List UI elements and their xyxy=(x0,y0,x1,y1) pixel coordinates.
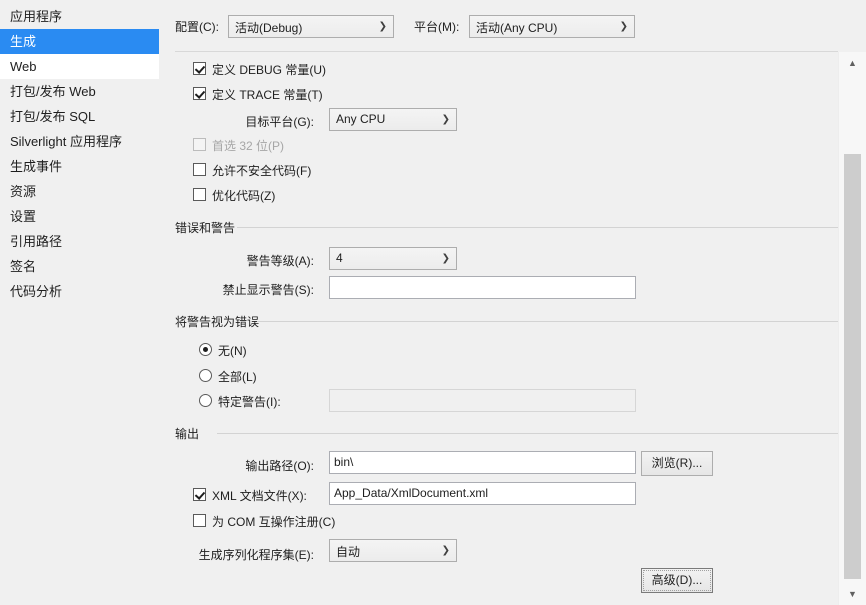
scroll-down-arrow-icon[interactable]: ▼ xyxy=(839,583,866,605)
sidebar-item-label: 生成事件 xyxy=(10,159,63,174)
group-rule xyxy=(217,433,847,434)
platform-value: 活动(Any CPU) xyxy=(476,21,558,35)
radio-icon xyxy=(199,394,212,407)
checkbox-icon xyxy=(193,514,206,527)
sidebar-item-package-publish-web[interactable]: 打包/发布 Web xyxy=(0,79,159,104)
checkbox-icon xyxy=(193,62,206,75)
optimize-code-label: 优化代码(Z) xyxy=(212,189,276,203)
target-platform-value: Any CPU xyxy=(336,112,386,126)
configuration-label: 配置(C): xyxy=(175,20,219,34)
sidebar-item-signing[interactable]: 签名 xyxy=(0,254,159,279)
suppress-warnings-label: 禁止显示警告(S): xyxy=(222,283,314,297)
xml-documentation-file-input[interactable]: App_Data/XmlDocument.xml xyxy=(329,482,636,505)
platform-combobox[interactable]: 活动(Any CPU) ❯ xyxy=(469,15,635,38)
serialization-assembly-combobox[interactable]: 自动 ❯ xyxy=(329,539,457,562)
chevron-down-icon: ❯ xyxy=(441,545,450,556)
sidebar-item-package-publish-sql[interactable]: 打包/发布 SQL xyxy=(0,104,159,129)
output-group-title: 输出 xyxy=(175,425,207,442)
suppress-warnings-input[interactable] xyxy=(329,276,636,299)
register-com-interop-label: 为 COM 互操作注册(C) xyxy=(212,515,336,529)
define-trace-constant-label: 定义 TRACE 常量(T) xyxy=(212,88,323,102)
chevron-down-icon: ❯ xyxy=(378,21,387,32)
sidebar-item-label: 打包/发布 SQL xyxy=(10,109,96,124)
serialization-assembly-value: 自动 xyxy=(336,545,361,559)
define-debug-constant-label: 定义 DEBUG 常量(U) xyxy=(212,63,327,77)
sidebar-item-label: 资源 xyxy=(10,184,37,199)
warning-level-combobox[interactable]: 4 ❯ xyxy=(329,247,457,270)
vertical-scrollbar[interactable]: ▲ ▼ xyxy=(838,52,866,605)
prefer-32-bit-label: 首选 32 位(P) xyxy=(212,139,285,153)
scroll-up-arrow-icon[interactable]: ▲ xyxy=(839,52,866,74)
sidebar-item-build-events[interactable]: 生成事件 xyxy=(0,154,159,179)
sidebar-item-label: 打包/发布 Web xyxy=(10,84,96,99)
advanced-button[interactable]: 高级(D)... xyxy=(641,568,713,593)
sidebar-item-label: 签名 xyxy=(10,259,37,274)
errors-warnings-group-header: 错误和警告 xyxy=(175,219,847,236)
warning-level-value: 4 xyxy=(336,251,343,265)
browse-button[interactable]: 浏览(R)... xyxy=(641,451,713,476)
treat-warnings-none-label: 无(N) xyxy=(218,344,247,358)
project-properties-window: 应用程序 生成 Web 打包/发布 Web 打包/发布 SQL Silverli… xyxy=(0,0,866,605)
sidebar-item-settings[interactable]: 设置 xyxy=(0,204,159,229)
sidebar-item-label: 设置 xyxy=(10,209,37,224)
sidebar-item-resources[interactable]: 资源 xyxy=(0,179,159,204)
output-path-input[interactable]: bin\ xyxy=(329,451,636,474)
serialization-assembly-label: 生成序列化程序集(E): xyxy=(198,548,314,562)
xml-documentation-file-value: App_Data/XmlDocument.xml xyxy=(334,486,489,500)
checkbox-icon xyxy=(193,188,206,201)
allow-unsafe-code-label: 允许不安全代码(F) xyxy=(212,164,312,178)
group-rule xyxy=(257,321,847,322)
sidebar-item-label: 代码分析 xyxy=(10,284,63,299)
errors-warnings-group-title: 错误和警告 xyxy=(175,219,243,236)
sidebar-item-label: Silverlight 应用程序 xyxy=(10,134,122,149)
chevron-down-icon: ❯ xyxy=(441,253,450,264)
specific-warnings-input xyxy=(329,389,636,412)
sidebar-item-silverlight-applications[interactable]: Silverlight 应用程序 xyxy=(0,129,159,154)
chevron-down-icon: ❯ xyxy=(441,114,450,125)
checkbox-icon xyxy=(193,87,206,100)
output-path-label: 输出路径(O): xyxy=(245,459,314,473)
sidebar-item-label: 生成 xyxy=(10,34,37,49)
chevron-down-icon: ❯ xyxy=(619,21,628,32)
target-platform-label: 目标平台(G): xyxy=(245,115,314,129)
radio-icon xyxy=(199,369,212,382)
build-settings-panel: 配置(C): 活动(Debug) ❯ 平台(M): 活动(Any CPU) ❯ … xyxy=(159,0,866,605)
checkbox-icon xyxy=(193,138,206,151)
sidebar-item-label: 应用程序 xyxy=(10,9,63,24)
scrollbar-top-spacer xyxy=(838,0,866,52)
checkbox-icon xyxy=(193,488,206,501)
platform-label: 平台(M): xyxy=(414,20,460,34)
treat-warnings-group-title: 将警告视为错误 xyxy=(175,313,267,330)
scrollbar-thumb[interactable] xyxy=(844,154,861,579)
sidebar-item-code-analysis[interactable]: 代码分析 xyxy=(0,279,159,304)
sidebar-item-application[interactable]: 应用程序 xyxy=(0,4,159,29)
treat-warnings-specific-label: 特定警告(I): xyxy=(218,395,281,409)
target-platform-combobox[interactable]: Any CPU ❯ xyxy=(329,108,457,131)
output-path-value: bin\ xyxy=(334,455,354,469)
treat-warnings-all-label: 全部(L) xyxy=(218,370,257,384)
sidebar-item-web[interactable]: Web xyxy=(0,54,165,79)
checkbox-icon xyxy=(193,163,206,176)
treat-warnings-group-header: 将警告视为错误 xyxy=(175,313,847,330)
warning-level-label: 警告等级(A): xyxy=(246,254,314,268)
group-rule xyxy=(237,227,847,228)
radio-icon xyxy=(199,343,212,356)
header-divider xyxy=(175,51,847,52)
sidebar-item-build[interactable]: 生成 xyxy=(0,29,176,54)
xml-documentation-file-label: XML 文档文件(X): xyxy=(212,489,307,503)
sidebar-item-reference-paths[interactable]: 引用路径 xyxy=(0,229,159,254)
configuration-combobox[interactable]: 活动(Debug) ❯ xyxy=(228,15,394,38)
sidebar-item-label: Web xyxy=(10,59,37,74)
sidebar-item-label: 引用路径 xyxy=(10,234,63,249)
configuration-value: 活动(Debug) xyxy=(235,21,303,35)
properties-sidebar: 应用程序 生成 Web 打包/发布 Web 打包/发布 SQL Silverli… xyxy=(0,0,176,605)
output-group-header: 输出 xyxy=(175,425,847,442)
